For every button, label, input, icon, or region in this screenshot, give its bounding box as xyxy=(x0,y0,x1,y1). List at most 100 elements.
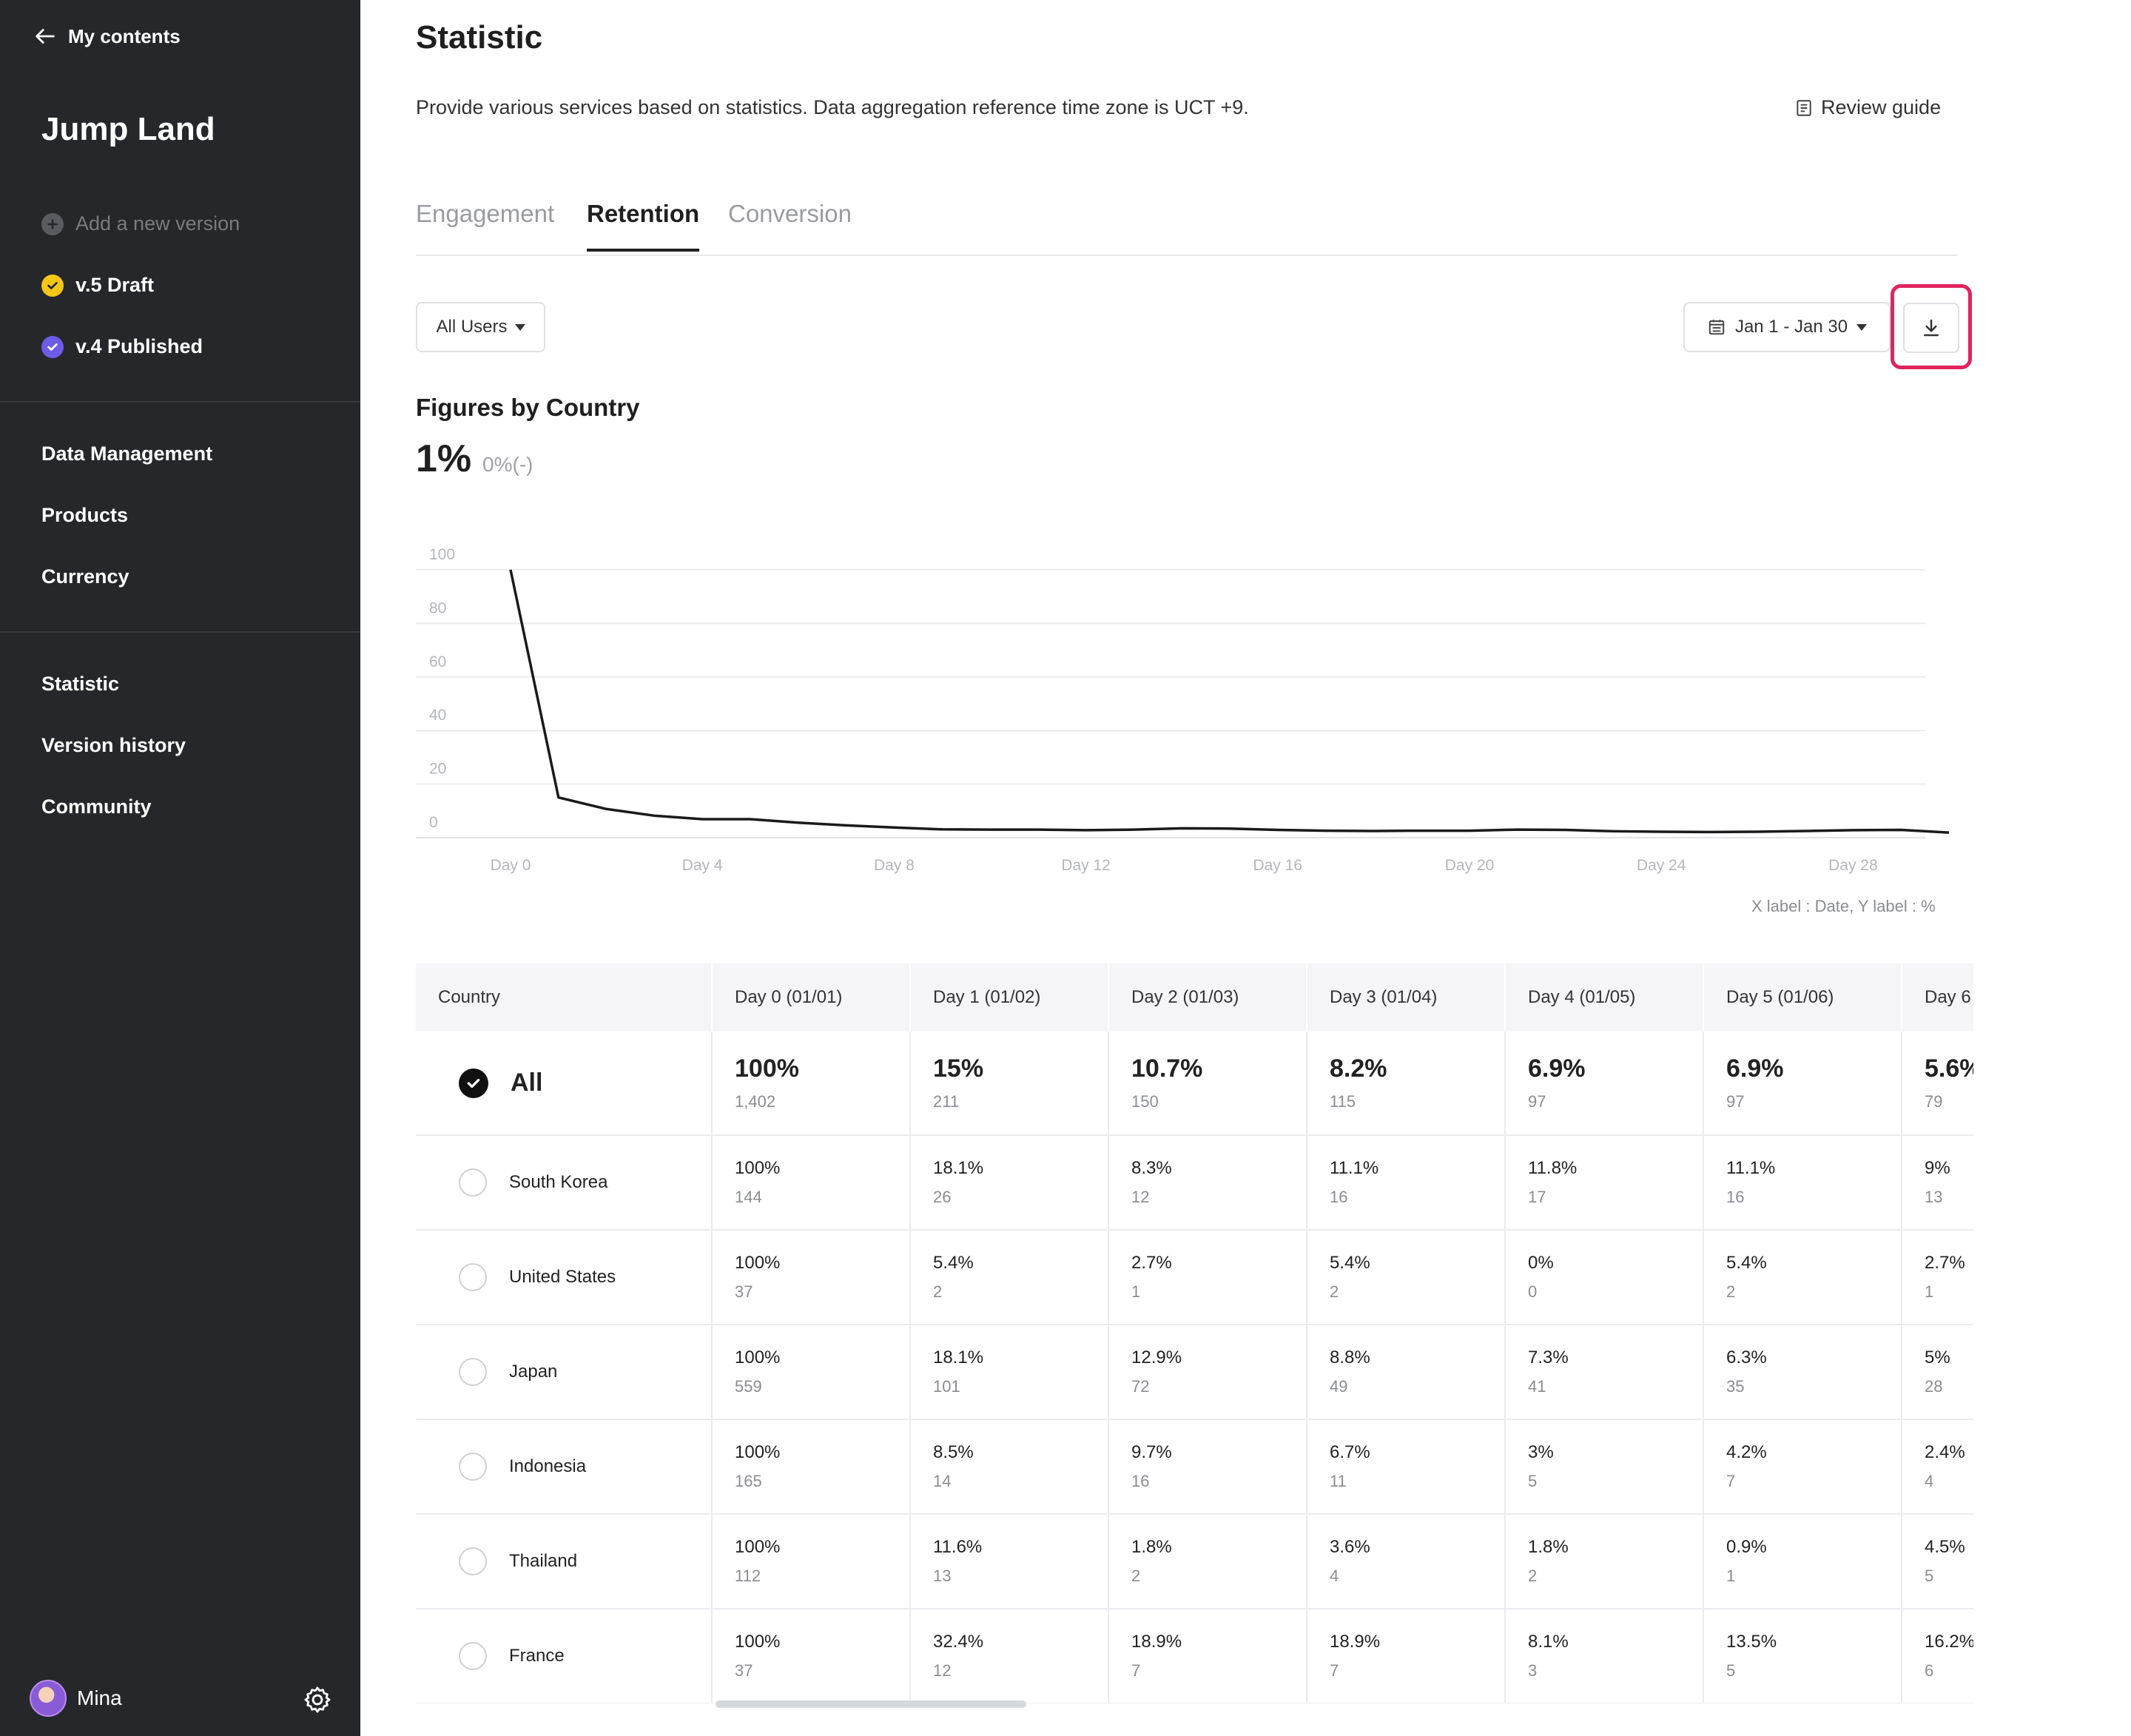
retention-count: 3 xyxy=(1528,1661,1538,1680)
retention-count: 12 xyxy=(933,1661,952,1680)
retention-percent: 16.2% xyxy=(1925,1632,1973,1652)
column-header-day: Day 6 xyxy=(1902,963,1973,1032)
retention-percent: 15% xyxy=(933,1054,984,1083)
country-selector[interactable]: South Korea xyxy=(438,1168,711,1197)
x-tick-label: Day 4 xyxy=(682,857,723,874)
retention-percent: 5.6% xyxy=(1925,1054,1973,1083)
retention-cell: 100% 165 xyxy=(712,1419,911,1515)
retention-percent: 8.8% xyxy=(1330,1348,1370,1367)
retention-count: 41 xyxy=(1528,1377,1546,1396)
retention-count: 97 xyxy=(1726,1092,1745,1111)
tab-retention[interactable]: Retention xyxy=(587,200,700,252)
retention-cell: 5.4% 2 xyxy=(1307,1230,1506,1325)
version-label: v.5 Draft xyxy=(75,274,155,296)
x-tick-label: Day 8 xyxy=(874,857,915,874)
country-selector[interactable]: Japan xyxy=(438,1358,711,1386)
retention-count: 2 xyxy=(1726,1282,1736,1301)
review-guide-link[interactable]: Review guide xyxy=(1794,96,1941,119)
country-name: Indonesia xyxy=(509,1456,587,1476)
date-range-picker[interactable]: Jan 1 - Jan 30 xyxy=(1683,302,1891,352)
retention-count: 2 xyxy=(1528,1567,1538,1585)
column-header-day: Day 5 (01/06) xyxy=(1703,963,1902,1032)
nav-data-management[interactable]: Data Management xyxy=(41,443,212,465)
country-selector[interactable]: All xyxy=(438,1068,711,1098)
retention-cell: 7.3% 41 xyxy=(1505,1325,1704,1420)
retention-percent: 1.8% xyxy=(1528,1537,1569,1557)
tab-conversion[interactable]: Conversion xyxy=(728,200,852,249)
retention-count: 12 xyxy=(1131,1188,1150,1206)
user-filter-label: All Users xyxy=(436,317,508,337)
nav-products[interactable]: Products xyxy=(41,504,128,527)
table-row[interactable]: Thailand 100% 112 11.6% 13 1.8% 2 3.6% 4 1.8% 2 0.9… xyxy=(416,1514,1973,1609)
retention-cell: 9% 13 xyxy=(1902,1135,1973,1231)
tab-engagement[interactable]: Engagement xyxy=(416,200,554,249)
add-version-label: Add a new version xyxy=(75,212,240,235)
nav-version-history[interactable]: Version history xyxy=(41,734,186,757)
gear-icon[interactable] xyxy=(302,1684,333,1715)
retention-percent: 100% xyxy=(735,1632,781,1652)
retention-cell: 4.5% 5 xyxy=(1902,1514,1973,1609)
check-circle-icon[interactable] xyxy=(459,1068,488,1098)
retention-cell: 18.1% 26 xyxy=(910,1135,1109,1231)
radio-button[interactable] xyxy=(459,1547,487,1575)
back-to-my-contents-link[interactable]: My contents xyxy=(33,24,181,49)
x-tick-label: Day 20 xyxy=(1445,857,1495,874)
retention-count: 37 xyxy=(735,1661,753,1680)
retention-cell: 100% 559 xyxy=(712,1325,911,1420)
column-header-day: Day 3 (01/04) xyxy=(1307,963,1506,1032)
nav-currency[interactable]: Currency xyxy=(41,565,129,588)
country-cell: Indonesia xyxy=(416,1419,713,1515)
user-filter-dropdown[interactable]: All Users xyxy=(416,302,545,352)
retention-count: 5 xyxy=(1925,1567,1934,1585)
table-row[interactable]: Indonesia 100% 165 8.5% 14 9.7% 16 6.7% 11 3% 5 4.2… xyxy=(416,1419,1973,1515)
country-selector[interactable]: France xyxy=(438,1642,711,1670)
table-row[interactable]: United States 100% 37 5.4% 2 2.7% 1 5.4% 2 0% 0 5.4… xyxy=(416,1230,1973,1325)
x-tick-label: Day 0 xyxy=(491,857,531,874)
nav-statistic[interactable]: Statistic xyxy=(41,673,119,696)
date-range-label: Jan 1 - Jan 30 xyxy=(1734,317,1848,337)
table-row[interactable]: Japan 100% 559 18.1% 101 12.9% 72 8.8% 49 7.3% 41 6… xyxy=(416,1325,1973,1420)
calendar-icon xyxy=(1708,320,1725,335)
horizontal-scrollbar[interactable] xyxy=(716,1700,1026,1708)
retention-cell: 100% 37 xyxy=(712,1609,911,1703)
series-line xyxy=(509,569,1950,834)
retention-count: 2 xyxy=(933,1282,943,1301)
country-selector[interactable]: Thailand xyxy=(438,1547,711,1575)
version-item-published[interactable]: v.4 Published xyxy=(41,335,203,358)
retention-percent: 13.5% xyxy=(1726,1632,1777,1652)
retention-count: 7 xyxy=(1726,1472,1736,1490)
country-name: All xyxy=(511,1069,543,1097)
country-selector[interactable]: United States xyxy=(438,1263,711,1291)
radio-button[interactable] xyxy=(459,1168,487,1197)
add-version-button[interactable]: Add a new version xyxy=(41,212,240,235)
retention-count: 559 xyxy=(735,1377,762,1396)
radio-button[interactable] xyxy=(459,1453,487,1481)
table-row[interactable]: France 100% 37 32.4% 12 18.9% 7 18.9% 7 8.1% 3 13.5… xyxy=(416,1609,1973,1703)
radio-button[interactable] xyxy=(459,1358,487,1386)
version-item-draft[interactable]: v.5 Draft xyxy=(41,274,154,297)
table-row[interactable]: South Korea 100% 144 18.1% 26 8.3% 12 11.1% 16 11… xyxy=(416,1135,1973,1231)
tab-bar: Engagement Retention Conversion xyxy=(416,200,1957,256)
user-profile[interactable]: Mina xyxy=(30,1680,122,1717)
retention-count: 5 xyxy=(1528,1472,1538,1490)
country-selector[interactable]: Indonesia xyxy=(438,1453,711,1481)
table-header-row: Country Day 0 (01/01) Day 1 (01/02) Day 2 (… xyxy=(416,963,1973,1032)
nav-community[interactable]: Community xyxy=(41,795,152,818)
retention-count: 4 xyxy=(1330,1567,1339,1585)
retention-percent: 6.7% xyxy=(1330,1442,1370,1462)
retention-percent: 5% xyxy=(1925,1348,1950,1367)
retention-percent: 18.9% xyxy=(1330,1632,1381,1652)
download-button[interactable] xyxy=(1903,303,1959,353)
table-row[interactable]: All 100% 1,402 15% 211 10.7% 150 8.2% 115 6.9% 97 6… xyxy=(416,1032,1973,1136)
country-cell: United States xyxy=(416,1230,713,1325)
retention-percent: 4.2% xyxy=(1726,1442,1767,1462)
radio-button[interactable] xyxy=(459,1263,487,1291)
figures-delta: 0%(-) xyxy=(482,453,533,476)
retention-percent: 5.4% xyxy=(1726,1253,1767,1273)
radio-button[interactable] xyxy=(459,1642,487,1670)
column-header-day: Day 0 (01/01) xyxy=(712,963,911,1032)
retention-cell: 5% 28 xyxy=(1902,1325,1973,1420)
retention-cell: 100% 1,402 xyxy=(712,1032,911,1136)
country-name: United States xyxy=(509,1267,616,1287)
divider xyxy=(0,401,360,403)
